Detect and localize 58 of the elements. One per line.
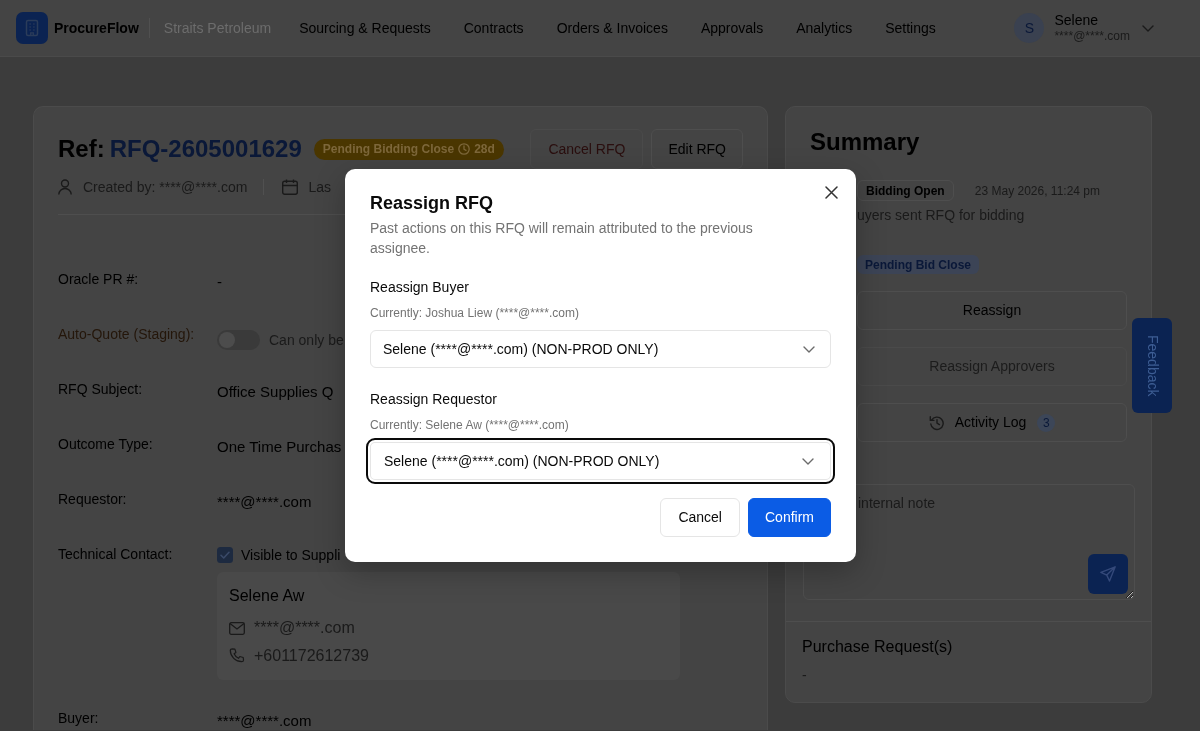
section-value: - bbox=[802, 666, 808, 685]
nav-link[interactable]: Sourcing & Requests bbox=[299, 17, 431, 39]
nav-link[interactable]: Analytics bbox=[796, 17, 853, 39]
edit-rfq-button[interactable]: Edit RFQ bbox=[651, 129, 743, 169]
contact-name: Selene Aw bbox=[229, 586, 306, 606]
section-title: Purchase Request(s) bbox=[802, 637, 954, 657]
summary-title: Summary bbox=[810, 127, 921, 157]
feedback-tab[interactable]: Feedback bbox=[1132, 318, 1172, 413]
user-name: Selene bbox=[1054, 12, 1100, 28]
nav-link[interactable]: Approvals bbox=[700, 17, 764, 39]
checkbox[interactable] bbox=[217, 547, 233, 563]
chevron-down-icon bbox=[1142, 24, 1154, 32]
current-assignee: Currently: Selene Aw (****@****.com) bbox=[370, 417, 570, 433]
dropdown-field[interactable]: Selene (****@****.com) (NON-PROD ONLY) bbox=[370, 330, 831, 368]
rfq-number: RFQ-2605001629 bbox=[109, 134, 302, 164]
field-value: - bbox=[217, 272, 222, 292]
field-label: Buyer: bbox=[58, 709, 100, 728]
nav-link[interactable]: Orders & Invoices bbox=[556, 17, 668, 39]
close-button[interactable] bbox=[825, 186, 838, 199]
action-button[interactable]: Reassign bbox=[857, 291, 1127, 330]
field-value: Office Supplies Q bbox=[217, 382, 334, 402]
confirm-button[interactable]: Confirm bbox=[748, 498, 831, 537]
close-icon bbox=[825, 186, 838, 199]
field-label: Technical Contact: bbox=[58, 545, 174, 564]
field-label: Reassign Requestor bbox=[370, 390, 498, 409]
field-value: ****@****.com bbox=[217, 711, 312, 730]
field-label: Reassign Buyer bbox=[370, 278, 470, 297]
status-label: Pending Bidding Close bbox=[322, 141, 455, 158]
field-label: RFQ Subject: bbox=[58, 380, 144, 399]
clock-icon bbox=[458, 143, 471, 155]
nav-link[interactable]: Contracts bbox=[463, 17, 524, 39]
send-button[interactable] bbox=[1088, 554, 1128, 594]
dialog-title: Reassign RFQ bbox=[370, 192, 495, 215]
dropdown-field[interactable]: Selene (****@****.com) (NON-PROD ONLY) bbox=[366, 438, 835, 484]
chevron-down-icon bbox=[802, 457, 814, 465]
building-icon bbox=[16, 12, 48, 44]
field-label: Auto-Quote (Staging): bbox=[58, 325, 196, 344]
field-label: Requestor: bbox=[58, 490, 128, 509]
cancel-button[interactable]: Cancel bbox=[660, 498, 740, 537]
mail-icon bbox=[229, 621, 245, 635]
nav-link[interactable]: Settings bbox=[885, 17, 936, 39]
field-label: Oracle PR #: bbox=[58, 270, 140, 289]
field-value: ****@****.com bbox=[217, 492, 312, 512]
phone-icon bbox=[229, 648, 245, 664]
ref-label: Ref: bbox=[58, 134, 105, 164]
field-label: Outcome Type: bbox=[58, 435, 154, 454]
chevron-down-icon bbox=[803, 345, 815, 353]
dialog-description: Past actions on this RFQ will remain attributed to the previous assignee. bbox=[370, 219, 754, 258]
current-assignee: Currently: Joshua Liew (****@****.com) bbox=[370, 305, 580, 321]
brand-name: ProcureFlow bbox=[54, 18, 139, 38]
remaining-time: 28d bbox=[474, 141, 495, 158]
field-value: One Time Purchas bbox=[217, 437, 342, 457]
calendar-icon bbox=[282, 179, 299, 195]
status-badge: Bidding Open bbox=[857, 180, 954, 201]
checkbox-label: Visible to Suppli bbox=[241, 545, 341, 565]
send-icon bbox=[1100, 566, 1116, 582]
history-icon bbox=[928, 414, 945, 431]
user-icon bbox=[58, 179, 72, 195]
